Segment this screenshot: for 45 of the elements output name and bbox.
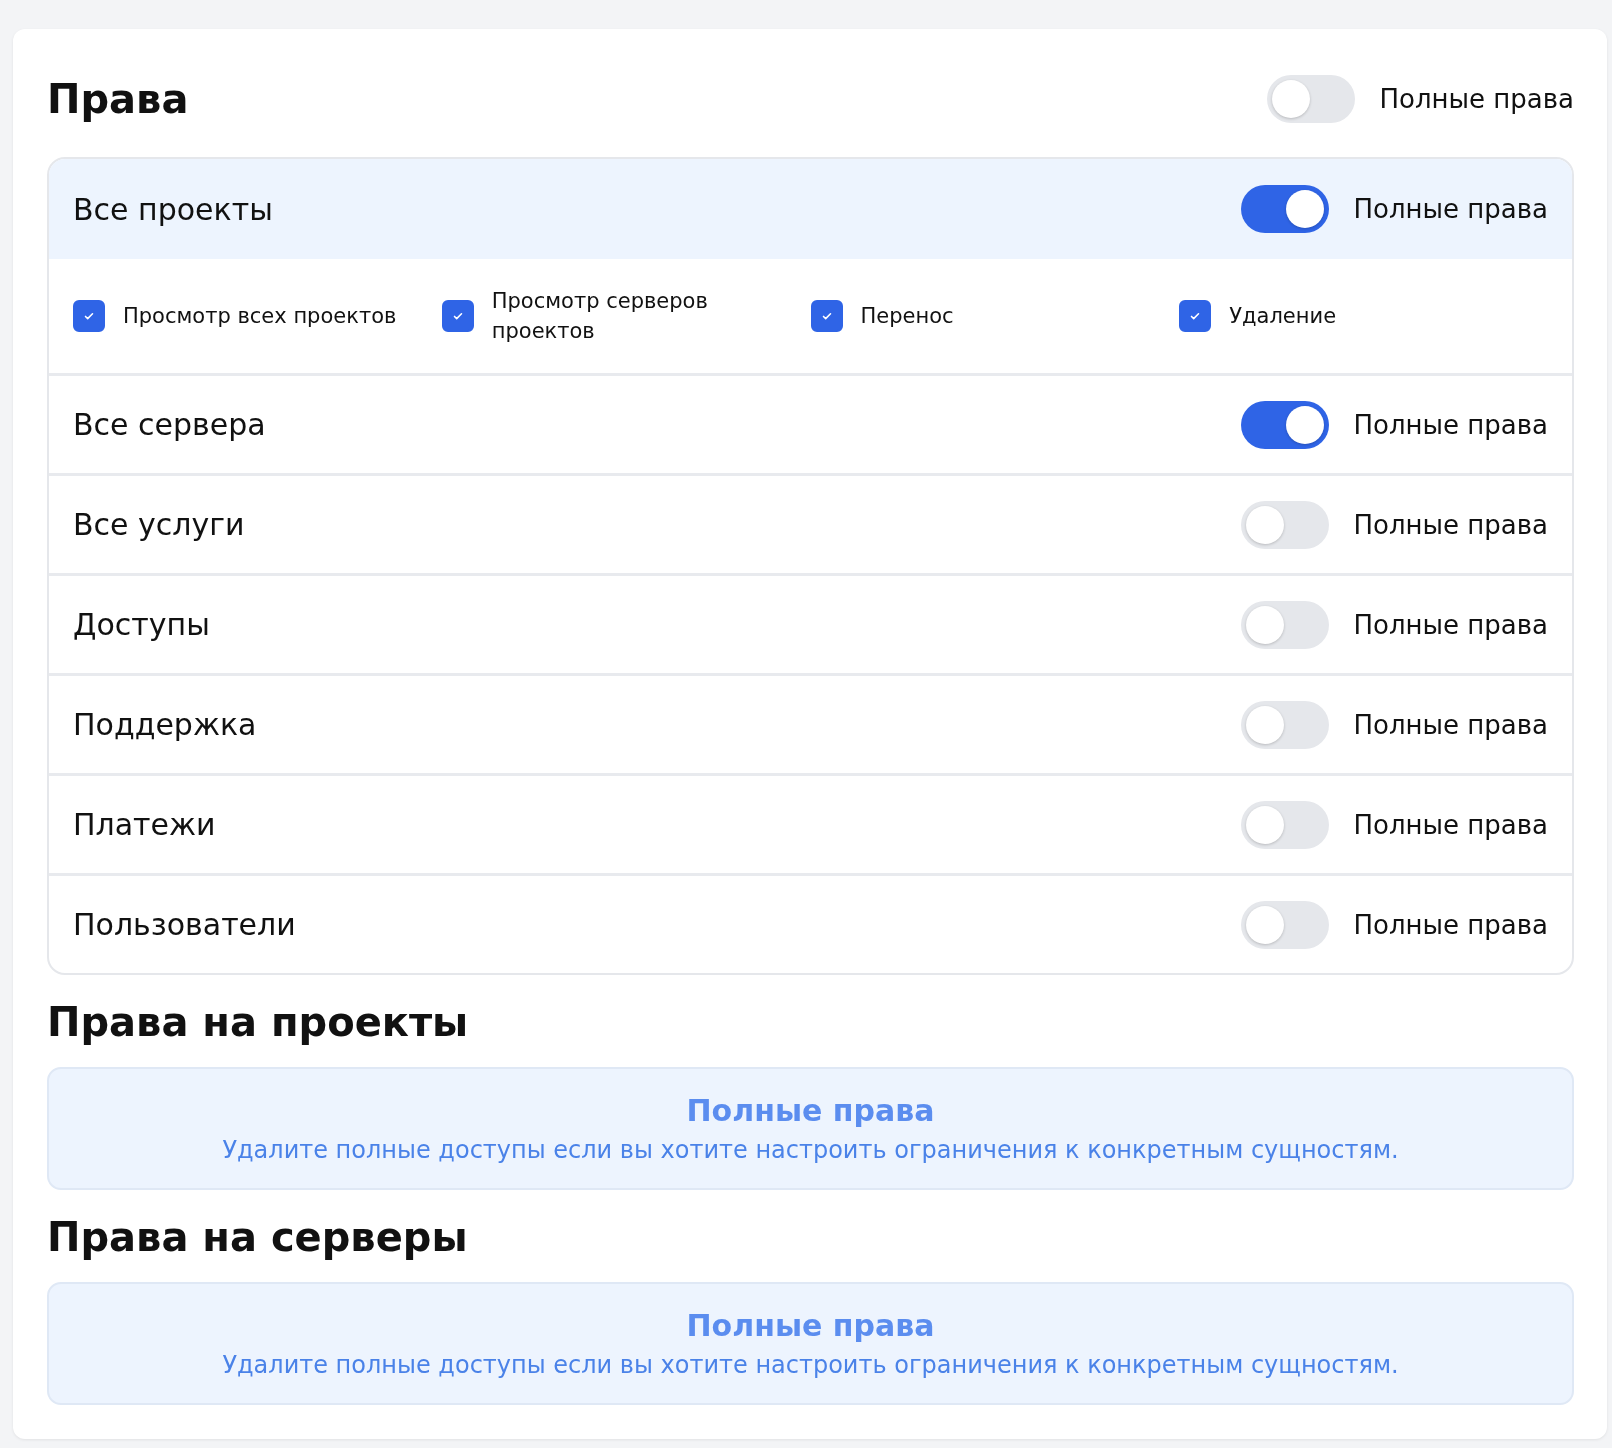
section-title: Права на проекты — [47, 999, 470, 1045]
checkbox[interactable] — [441, 300, 474, 332]
section-name: Поддержка — [73, 707, 257, 742]
section-row[interactable]: Все сервера Полные права — [49, 373, 1572, 473]
checkbox-label: Просмотр всех проектов — [123, 302, 397, 330]
section-name: Все сервера — [73, 407, 266, 442]
checkbox-label: Перенос — [860, 302, 954, 330]
toggle-label: Полные права — [1353, 909, 1548, 940]
toggle-label: Полные права — [1353, 809, 1548, 840]
section-name: Пользователи — [73, 907, 296, 942]
notice-text: Удалите полные доступы если вы хотите настроить ограничения к конкретным сущностям. — [222, 1351, 1399, 1379]
toggle-label: Полные права — [1353, 709, 1548, 740]
section-row[interactable]: Доступы Полные права — [49, 573, 1572, 673]
toggle-label: Полные права — [1353, 194, 1548, 224]
section-row[interactable]: Поддержка Полные права — [49, 673, 1572, 773]
toggle-switch[interactable] — [1241, 700, 1330, 749]
section-row[interactable]: Платежи Полные права — [49, 773, 1572, 873]
section-name: Доступы — [73, 607, 210, 642]
toggle-switch[interactable] — [1241, 600, 1330, 649]
toggle-switch[interactable] — [1241, 185, 1330, 233]
notice-title: Полные права — [686, 1308, 935, 1343]
toggle-switch[interactable] — [1241, 400, 1330, 449]
toggle-label: Полные права — [1353, 609, 1548, 640]
section-row[interactable]: Все проекты Полные права — [49, 159, 1572, 259]
toggle-label: Полные права — [1353, 509, 1548, 540]
page-title: Права — [47, 76, 189, 122]
notice-title: Полные права — [686, 1093, 935, 1128]
section-row[interactable]: Все услуги Полные права — [49, 473, 1572, 573]
section-name: Все услуги — [73, 507, 245, 542]
checkbox[interactable] — [810, 300, 843, 332]
checkbox[interactable] — [73, 300, 105, 332]
checkbox[interactable] — [1179, 300, 1212, 332]
toggle-switch[interactable] — [1241, 800, 1330, 849]
toggle-switch[interactable] — [1241, 900, 1330, 949]
notice-text: Удалите полные доступы если вы хотите настроить ограничения к конкретным сущностям. — [222, 1136, 1399, 1164]
checkbox-label: Просмотр серверов проектов — [491, 287, 709, 345]
toggle-label: Полные права — [1353, 409, 1548, 440]
section-name: Платежи — [73, 807, 216, 842]
section-name: Все проекты — [73, 191, 273, 227]
checkbox-label: Удаление — [1229, 302, 1337, 330]
toggle-switch[interactable] — [1267, 75, 1356, 123]
section-row[interactable]: Пользователи Полные права — [49, 873, 1572, 973]
section-title: Права на серверы — [47, 1214, 469, 1260]
toggle-switch[interactable] — [1241, 500, 1330, 549]
toggle-label: Полные права — [1379, 84, 1574, 114]
